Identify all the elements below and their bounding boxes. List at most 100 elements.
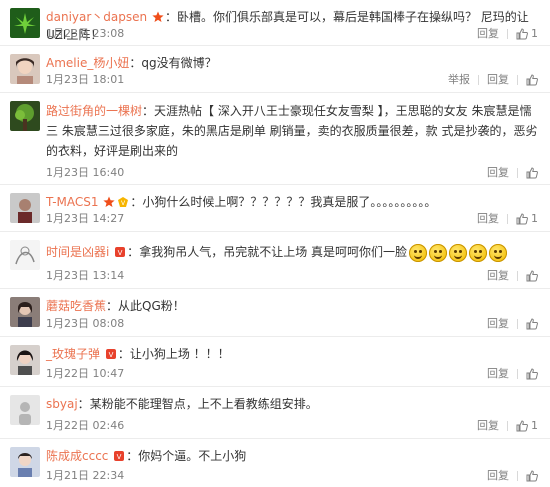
like-button[interactable] [522, 470, 542, 482]
like-button[interactable]: 1 [512, 210, 542, 228]
commenter-name-link[interactable]: 路过街角的一棵树 [46, 104, 142, 118]
comment-time: 1月23日 08:08 [46, 317, 125, 330]
like-count: 1 [531, 212, 538, 225]
comment-body: sbyaj：某粉能不能理智点，上不上看教练组安排。 [46, 395, 542, 413]
like-button[interactable] [522, 74, 542, 86]
colon: ： [164, 10, 177, 24]
like-button[interactable]: 1 [512, 25, 542, 43]
commenter-name-link[interactable]: T-MACS1 [46, 195, 99, 209]
report-button[interactable]: 举报 [444, 71, 474, 89]
commenter-name-link[interactable]: 蘑菇吃香蕉 [46, 299, 106, 313]
comment-meta: 1月22日 10:47 回复 [46, 365, 542, 383]
like-button[interactable] [522, 167, 542, 179]
gray-avatar[interactable] [10, 395, 40, 425]
comment-actions: 回复 [483, 365, 542, 383]
comment-list: daniyar丶dapsen ：卧槽。你们俱乐部真是可以，幕后是韩国棒子在操纵吗… [0, 0, 550, 487]
commenter-name-link[interactable]: 时间是凶器i [46, 245, 109, 259]
like-count: 1 [531, 27, 538, 40]
colon: ： [142, 104, 155, 118]
weed-leaf-avatar[interactable] [10, 8, 40, 38]
portrait-avatar[interactable] [10, 297, 40, 327]
reply-button[interactable]: 回复 [483, 467, 513, 485]
colon: ： [126, 449, 139, 463]
member-badge-icon: V [114, 451, 125, 461]
colon: ： [127, 245, 140, 259]
comment-item: sbyaj：某粉能不能理智点，上不上看教练组安排。 1月22日 02:46 回复… [0, 387, 550, 439]
divider [507, 29, 508, 39]
colon: ： [130, 195, 143, 209]
smiley-emoji-icon [409, 243, 428, 262]
reply-button[interactable]: 回复 [483, 365, 513, 383]
like-button[interactable]: 1 [512, 417, 542, 435]
divider [507, 421, 508, 431]
comment-text: 拿我狗吊人气，吊完就不让上场 真是呵呵你们一脸 [139, 245, 408, 259]
comment-actions: 回复 1 [473, 210, 542, 228]
comment-item: T-MACS1 V ：小狗什么时候上啊？？？？？？我真是服了。。。。。。。。。。 … [0, 185, 550, 232]
member-badge-icon: V [115, 247, 126, 257]
reply-button[interactable]: 回复 [483, 164, 513, 182]
thumbs-up-icon [526, 470, 538, 482]
comment-text: 你妈个逼。不上小狗 [138, 449, 247, 463]
comment-text: 小狗什么时候上啊？？？？？？我真是服了。。。。。。。。。。 [142, 195, 437, 209]
like-button[interactable] [522, 270, 542, 282]
tree-avatar[interactable] [10, 101, 40, 131]
commenter-name-link[interactable]: _玫瑰子弹 [46, 347, 100, 361]
star-badge-icon [152, 11, 164, 22]
commenter-name-link[interactable]: sbyaj [46, 397, 78, 411]
divider [517, 271, 518, 281]
comment-item: 时间是凶器i V ：拿我狗吊人气，吊完就不让上场 真是呵呵你们一脸 1月23日 1… [0, 232, 550, 289]
divider [507, 214, 508, 224]
dark-hair-avatar[interactable] [10, 345, 40, 375]
sketch-avatar[interactable] [10, 240, 40, 270]
reply-button[interactable]: 回复 [473, 210, 503, 228]
comment-meta: 1月23日 23:08 回复 1 [46, 25, 542, 43]
comment-time: 1月22日 10:47 [46, 367, 125, 380]
divider [517, 168, 518, 178]
svg-text:V: V [117, 453, 122, 461]
comment-meta: 1月23日 14:27 回复 1 [46, 210, 542, 228]
comment-actions: 举报 回复 [444, 71, 542, 89]
commenter-name-link[interactable]: 陈成成cccc [46, 449, 108, 463]
star-badge-icon [103, 196, 115, 207]
comment-body: 路过街角的一棵树：天涯热帖【 深入开八王士豪现任女友雪梨 】，王思聪的女友 朱宸… [46, 101, 542, 161]
comment-body: _玫瑰子弹 V ：让小狗上场 ！！！ [46, 345, 542, 363]
member-badge-icon: V [118, 197, 129, 207]
reply-button[interactable]: 回复 [483, 267, 513, 285]
like-count: 1 [531, 419, 538, 432]
reply-button[interactable]: 回复 [473, 417, 503, 435]
commenter-name-link[interactable]: Amelie_杨小妞 [46, 56, 129, 70]
boy-avatar[interactable] [10, 447, 40, 477]
comment-item: daniyar丶dapsen ：卧槽。你们俱乐部真是可以，幕后是韩国棒子在操纵吗… [0, 0, 550, 46]
comment-text: 某粉能不能理智点，上不上看教练组安排。 [89, 397, 318, 411]
thumbs-up-icon [526, 74, 538, 86]
person-avatar[interactable] [10, 193, 40, 223]
thumbs-up-icon [516, 420, 528, 432]
reply-button[interactable]: 回复 [483, 315, 513, 333]
like-button[interactable] [522, 318, 542, 330]
girl-avatar[interactable] [10, 54, 40, 84]
comment-meta: 1月21日 22:34 回复 [46, 467, 542, 485]
comment-body: T-MACS1 V ：小狗什么时候上啊？？？？？？我真是服了。。。。。。。。。。 [46, 193, 542, 211]
thumbs-up-icon [516, 213, 528, 225]
comment-body: Amelie_杨小妞：qg没有微博？ [46, 54, 542, 72]
divider [517, 75, 518, 85]
smiley-emoji-icon [429, 243, 448, 262]
thumbs-up-icon [526, 368, 538, 380]
colon: ： [77, 397, 90, 411]
svg-text:V: V [118, 249, 123, 257]
reply-button[interactable]: 回复 [483, 71, 513, 89]
comment-item: Amelie_杨小妞：qg没有微博？ 1月23日 18:01 举报 回复 [0, 46, 550, 93]
comment-text: 从此QG粉！ [118, 299, 185, 313]
comment-body: 时间是凶器i V ：拿我狗吊人气，吊完就不让上场 真是呵呵你们一脸 [46, 243, 542, 262]
member-badge-icon: V [105, 349, 116, 359]
comment-item: 蘑菇吃香蕉：从此QG粉！ 1月23日 08:08 回复 [0, 289, 550, 337]
divider [517, 369, 518, 379]
comment-time: 1月23日 16:40 [46, 166, 125, 179]
comment-time: 1月23日 23:08 [46, 27, 125, 40]
comment-text: 让小狗上场 ！！！ [129, 347, 230, 361]
like-button[interactable] [522, 368, 542, 380]
reply-button[interactable]: 回复 [473, 25, 503, 43]
divider [478, 75, 479, 85]
commenter-name-link[interactable]: daniyar丶dapsen [46, 10, 147, 24]
comment-time: 1月21日 22:34 [46, 469, 125, 482]
